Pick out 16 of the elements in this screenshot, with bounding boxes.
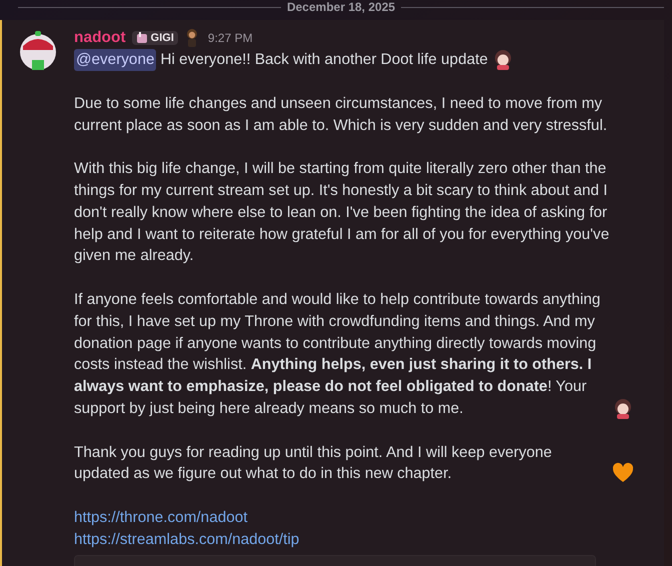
- message-text: If anyone feels comfortable and would like to help contribute towards anything for this, I have set up my Throne with crowdfunding items and things. And my donation page if anyone wants to contribute anything directly towards moving costs instead the wishlist. Anything helps, even just sharing it to others. I always want to emphasize, please do not feel obligated to donate! Your support by just being here already means so much to me.: [74, 290, 602, 419]
- mention[interactable]: @everyone: [74, 49, 156, 71]
- message-text: Due to some life changes and unseen circumstances, I need to move from my current place as soon as I am able to. Which is very sudden and very stressful.: [74, 94, 608, 136]
- tag-icon: [136, 32, 148, 44]
- avatar-icon[interactable]: [18, 30, 58, 70]
- timestamp: 9:27 PM: [208, 31, 253, 45]
- link[interactable]: https://throne.com/nadoot: [74, 506, 248, 529]
- message-text: Thank you guys for reading up until this point. And I will keep everyone updated as we figure out what to do in this new chapter.: [74, 442, 553, 484]
- date-divider: December 18, 2025: [286, 0, 396, 14]
- emoji-icon: [612, 396, 634, 419]
- message-text: Hi everyone!! Back with another Doot life update: [160, 50, 488, 70]
- heart-icon: [612, 462, 634, 484]
- author-name[interactable]: nadoot: [74, 29, 126, 47]
- role-name: GIGI: [150, 32, 174, 44]
- link[interactable]: https://streamlabs.com/nadoot/tip: [74, 528, 300, 551]
- message-text: With this big life change, I will be starting from quite literally zero other than the things for my current stream set up. It's honestly a bit scary to think about and I don't really know where else to lean on. I've been fighting the idea of asking for help and I want to reiterate how grateful I am for all of you for everything you've given me already.: [74, 159, 610, 266]
